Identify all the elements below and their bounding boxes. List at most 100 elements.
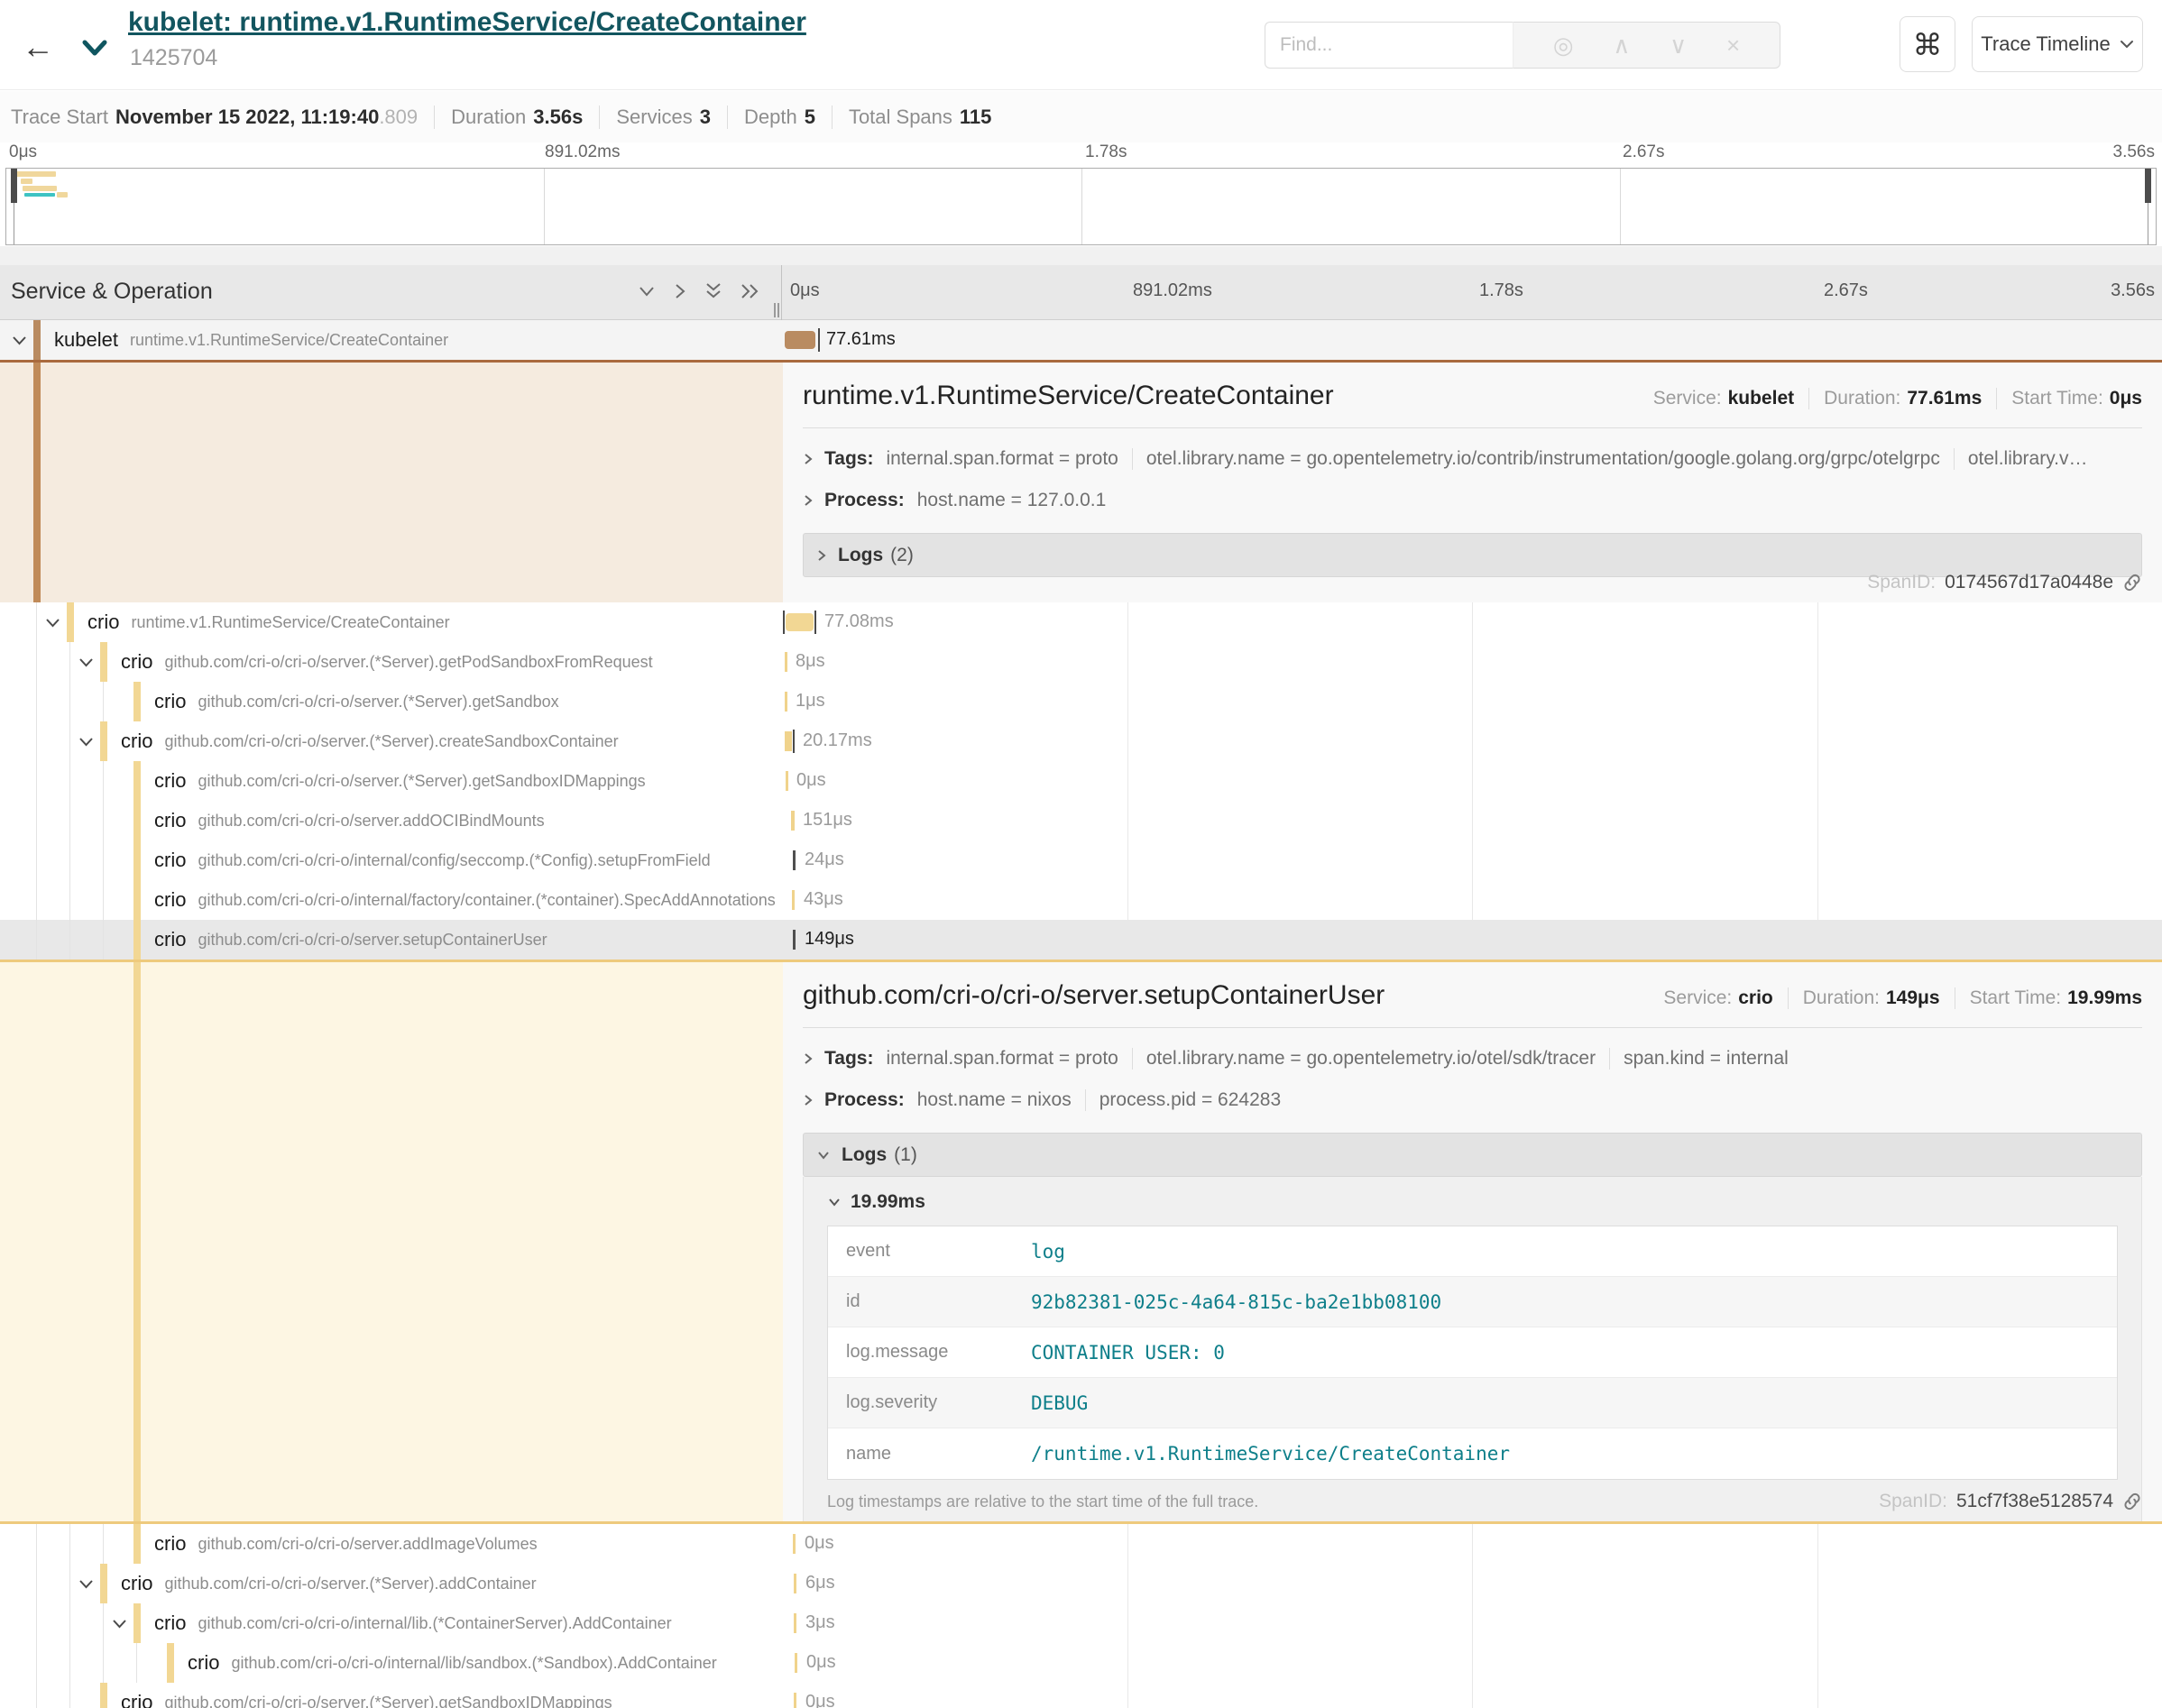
tags-label: Tags:: [824, 448, 873, 470]
find-input[interactable]: [1265, 22, 1513, 69]
tags-row[interactable]: Tags: internal.span.format = proto otel.…: [803, 448, 2142, 470]
locate-icon[interactable]: ◎: [1553, 32, 1574, 60]
services-value: 3: [700, 106, 711, 129]
span-row[interactable]: crio github.com/cri-o/cri-o/server.addOC…: [0, 801, 2162, 840]
span-row[interactable]: crio github.com/cri-o/cri-o/server.(*Ser…: [0, 682, 2162, 721]
log-marker: [814, 611, 816, 634]
span-row-setupcontaineruser[interactable]: crio github.com/cri-o/cri-o/server.setup…: [0, 920, 2162, 960]
depth-value: 5: [805, 106, 815, 129]
axis-tick: 3.56s: [2111, 280, 2155, 301]
expand-one-icon[interactable]: [673, 282, 687, 300]
row-collapse-chevron-icon[interactable]: [12, 335, 33, 346]
span-bar[interactable]: [786, 771, 788, 791]
process-row[interactable]: Process: host.name = nixos process.pid =…: [803, 1089, 2142, 1111]
next-match-icon[interactable]: ∨: [1670, 32, 1687, 60]
span-row-kubelet-createcontainer[interactable]: kubelet runtime.v1.RuntimeService/Create…: [0, 320, 2162, 360]
start-time-label: Start Time:: [1970, 987, 2062, 1009]
span-operation: github.com/cri-o/cri-o/internal/lib/sand…: [231, 1654, 716, 1673]
span-duration: 149μs: [805, 929, 854, 950]
span-row[interactable]: crio github.com/cri-o/cri-o/internal/fac…: [0, 880, 2162, 920]
span-row[interactable]: crio github.com/cri-o/cri-o/internal/con…: [0, 840, 2162, 880]
span-bar[interactable]: [793, 930, 796, 950]
back-icon[interactable]: ←: [16, 25, 60, 69]
tags-row[interactable]: Tags: internal.span.format = proto otel.…: [803, 1048, 2142, 1070]
span-row[interactable]: crio github.com/cri-o/cri-o/server.addIm…: [0, 1524, 2162, 1564]
row-collapse-chevron-icon[interactable]: [112, 1618, 133, 1630]
span-bar[interactable]: [791, 811, 795, 831]
trace-view-selector[interactable]: Trace Timeline: [1972, 16, 2143, 72]
span-bar[interactable]: [793, 1534, 796, 1554]
row-collapse-chevron-icon[interactable]: [78, 736, 100, 748]
process-item: process.pid = 624283: [1099, 1089, 1281, 1111]
collapse-trace-chevron-icon[interactable]: [79, 38, 110, 64]
span-row[interactable]: crio github.com/cri-o/cri-o/server.(*Ser…: [0, 761, 2162, 801]
span-bar[interactable]: [795, 1653, 797, 1673]
minimap-right-handle[interactable]: [2145, 169, 2151, 203]
trace-start-fraction: .809: [379, 106, 418, 129]
detail-title: runtime.v1.RuntimeService/CreateContaine…: [803, 381, 1334, 411]
row-collapse-chevron-icon[interactable]: [45, 617, 67, 629]
span-bar[interactable]: [785, 331, 815, 349]
span-bar[interactable]: [794, 1574, 796, 1593]
span-color-stripe: [133, 962, 141, 1521]
span-detail-kubelet: runtime.v1.RuntimeService/CreateContaine…: [0, 360, 2162, 602]
keyboard-shortcuts-button[interactable]: ⌘: [1900, 16, 1955, 72]
span-bar[interactable]: [794, 1613, 796, 1633]
top-bar: ← kubelet: runtime.v1.RuntimeService/Cre…: [0, 0, 2162, 90]
minimap-tick: 0μs: [9, 142, 37, 162]
span-row[interactable]: crio runtime.v1.RuntimeService/CreateCon…: [0, 602, 2162, 642]
prev-match-icon[interactable]: ∧: [1613, 32, 1630, 60]
span-row[interactable]: crio github.com/cri-o/cri-o/server.(*Ser…: [0, 721, 2162, 761]
span-bar[interactable]: [785, 731, 792, 751]
span-row[interactable]: crio github.com/cri-o/cri-o/server.(*Ser…: [0, 642, 2162, 682]
minimap-left-handle[interactable]: [11, 169, 17, 203]
log-entry-toggle[interactable]: 19.99ms: [827, 1191, 2118, 1213]
row-collapse-chevron-icon[interactable]: [78, 657, 100, 668]
process-row[interactable]: Process: host.name = 127.0.0.1: [803, 490, 2142, 511]
span-duration: 77.61ms: [826, 329, 896, 350]
column-resize-handle[interactable]: [774, 303, 779, 317]
span-operation: runtime.v1.RuntimeService/CreateContaine…: [131, 613, 449, 632]
span-detail-panel: runtime.v1.RuntimeService/CreateContaine…: [783, 363, 2162, 602]
span-bar[interactable]: [792, 890, 795, 910]
minimap-span: [21, 179, 32, 184]
span-bar[interactable]: [785, 652, 787, 672]
spanid-label: SpanID:: [1879, 1491, 1947, 1512]
span-bar[interactable]: [793, 850, 796, 870]
span-row[interactable]: crio github.com/cri-o/cri-o/internal/lib…: [0, 1643, 2162, 1683]
span-bar[interactable]: [785, 692, 787, 712]
trace-minimap[interactable]: [5, 168, 2157, 245]
log-entry-time: 19.99ms: [851, 1191, 925, 1213]
duration-value: 77.61ms: [1907, 388, 1982, 409]
start-time-label: Start Time:: [2011, 388, 2103, 409]
log-marker: [818, 328, 820, 352]
logs-toggle[interactable]: Logs (2): [803, 533, 2142, 577]
collapse-one-icon[interactable]: [637, 283, 657, 299]
span-service: kubelet: [54, 328, 118, 352]
clear-find-icon[interactable]: ×: [1726, 32, 1740, 60]
copy-link-icon[interactable]: [2122, 1492, 2142, 1511]
span-bar[interactable]: [794, 1693, 796, 1708]
span-bar[interactable]: [786, 613, 814, 631]
span-duration: 77.08ms: [824, 611, 894, 632]
span-row[interactable]: crio github.com/cri-o/cri-o/internal/lib…: [0, 1603, 2162, 1643]
collapse-all-icon[interactable]: [704, 281, 723, 301]
jaeger-trace-view: ← kubelet: runtime.v1.RuntimeService/Cre…: [0, 0, 2162, 1708]
spanid-label: SpanID:: [1867, 572, 1936, 593]
minimap-tick: 891.02ms: [545, 142, 620, 162]
trace-title-link[interactable]: kubelet: runtime.v1.RuntimeService/Creat…: [128, 7, 806, 38]
copy-link-icon[interactable]: [2122, 573, 2142, 592]
span-detail-setupcontaineruser: github.com/cri-o/cri-o/server.setupConta…: [0, 960, 2162, 1524]
expand-all-icon[interactable]: [740, 282, 761, 300]
span-service: crio: [154, 1532, 186, 1556]
span-operation: github.com/cri-o/cri-o/server.(*Server).…: [198, 693, 558, 712]
logs-toggle[interactable]: Logs (1): [803, 1133, 2142, 1177]
span-color-stripe: [133, 920, 141, 960]
span-row[interactable]: crio github.com/cri-o/cri-o/server.(*Ser…: [0, 1683, 2162, 1708]
span-duration: 43μs: [804, 889, 843, 910]
span-service: crio: [154, 928, 186, 951]
span-row[interactable]: crio github.com/cri-o/cri-o/server.(*Ser…: [0, 1564, 2162, 1603]
row-collapse-chevron-icon[interactable]: [78, 1578, 100, 1590]
duration-label: Duration:: [1803, 987, 1880, 1009]
log-entries: 19.99ms event log id 92b82381-025c-4a64-…: [803, 1177, 2142, 1521]
